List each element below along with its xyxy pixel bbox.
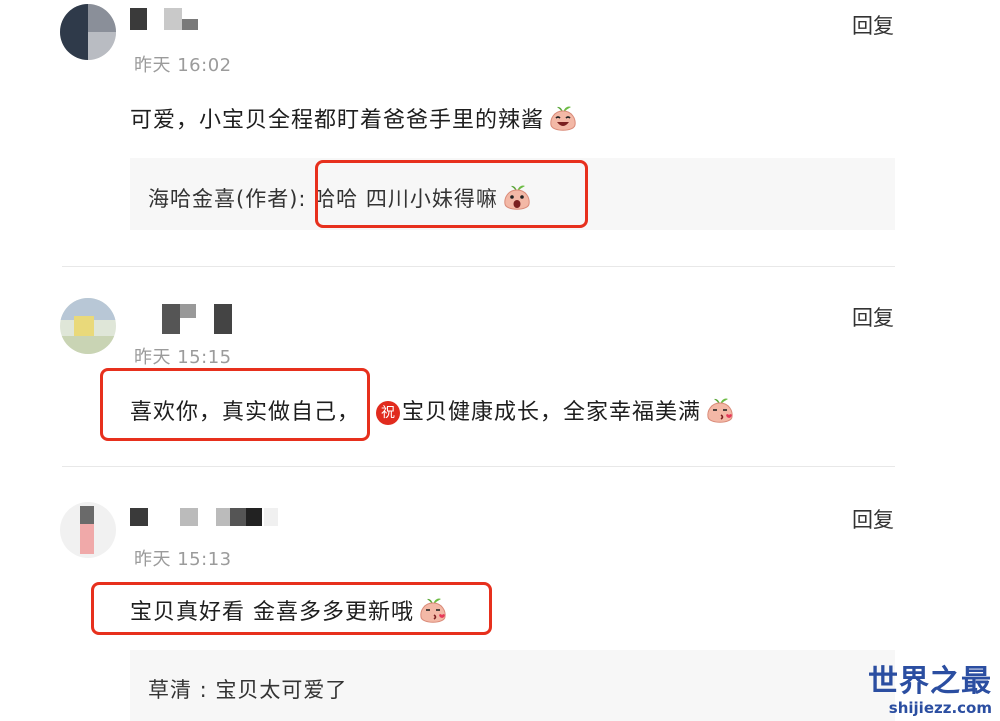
watermark-url: shijiezz.com (888, 699, 992, 717)
reply-text: 草清 : 宝贝太可爱了 (148, 678, 348, 702)
comment-time: 昨天 15:15 (134, 347, 232, 368)
username-pixelated[interactable] (130, 508, 280, 526)
username-pixelated[interactable] (130, 8, 200, 30)
watermark-title: 世界之最 (868, 664, 992, 699)
avatar[interactable] (60, 502, 116, 558)
comment-time: 昨天 16:02 (134, 55, 232, 76)
kiss-sprout-emoji (707, 398, 733, 423)
reply-author[interactable]: 草清 (148, 678, 192, 702)
comment-item: 昨天 15:13 回复 宝贝真好看 金喜多多更新哦 草清 : 宝贝太可爱了 (0, 466, 1000, 721)
reply-box: 草清 : 宝贝太可爱了 (130, 650, 895, 721)
reply-author[interactable]: 海哈金喜(作者) (148, 187, 298, 211)
laughing-sprout-emoji (550, 106, 576, 131)
comment-text: 可爱，小宝贝全程都盯着爸爸手里的辣酱 (130, 102, 578, 135)
comment-item: 昨天 16:02 回复 可爱，小宝贝全程都盯着爸爸手里的辣酱 海哈金喜(作者):… (0, 0, 1000, 266)
username-pixelated[interactable] (162, 304, 232, 334)
highlight-frame (315, 160, 588, 228)
avatar[interactable] (60, 298, 116, 354)
watermark-logo: 世界之最 shijiezz.com (868, 664, 992, 718)
avatar[interactable] (60, 4, 116, 60)
reply-button[interactable]: 回复 (852, 302, 894, 332)
highlight-frame (100, 368, 370, 441)
comment-time: 昨天 15:13 (134, 549, 232, 570)
comment-item: 昨天 15:15 回复 喜欢你，真实做自己， 祝宝贝健康成长，全家幸福美满 (0, 266, 1000, 466)
zhu-badge-icon: 祝 (376, 401, 401, 425)
reply-button[interactable]: 回复 (852, 10, 894, 40)
reply-button[interactable]: 回复 (852, 504, 894, 534)
highlight-frame (91, 582, 492, 635)
